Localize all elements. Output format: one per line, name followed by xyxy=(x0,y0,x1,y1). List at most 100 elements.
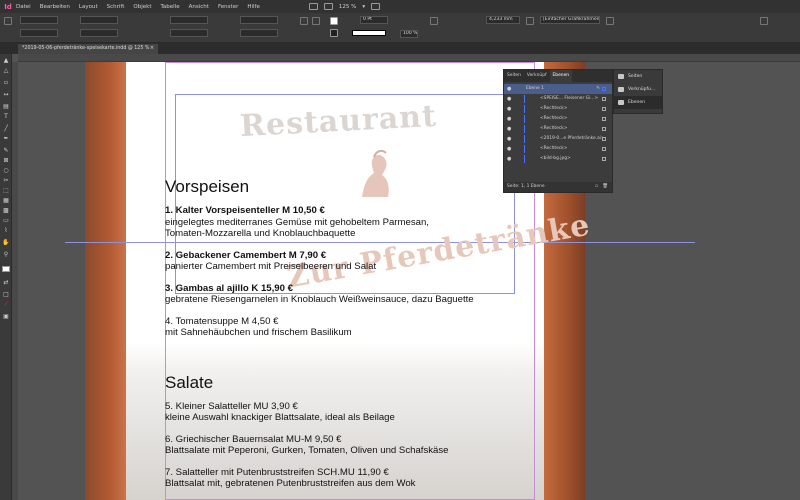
height-field[interactable] xyxy=(80,29,118,37)
stroke-swatch-icon[interactable] xyxy=(330,29,338,37)
menu-layout[interactable]: Layout xyxy=(79,4,98,10)
select-square-icon[interactable] xyxy=(602,97,606,101)
panel-ebenen[interactable]: Ebenen xyxy=(614,96,662,109)
select-square-icon[interactable] xyxy=(602,157,606,161)
scissors-tool-icon[interactable]: ✂ xyxy=(2,178,10,184)
line-tool-icon[interactable]: ╱ xyxy=(2,126,10,132)
eye-icon[interactable]: ● xyxy=(507,124,511,134)
opacity-field[interactable]: 100 % xyxy=(400,30,418,38)
document-tab[interactable]: *2019-05-06-pferdetränke-speisekarte.ind… xyxy=(18,44,158,54)
panel-seiten[interactable]: Seiten xyxy=(614,70,662,83)
apply-none-icon[interactable]: ⁄ xyxy=(2,302,10,308)
menu-hilfe[interactable]: Hilfe xyxy=(247,4,260,10)
scale-x-field[interactable] xyxy=(170,16,208,24)
rotate-field[interactable] xyxy=(240,16,278,24)
fill-stroke-icon[interactable] xyxy=(2,266,10,272)
menu-objekt[interactable]: Objekt xyxy=(133,4,151,10)
layers-panel[interactable]: Seiten Verknüpf Ebenen ● Ebene 1 ✎ ● <SPE… xyxy=(503,69,613,193)
scale-y-field[interactable] xyxy=(170,29,208,37)
eye-icon[interactable]: ● xyxy=(507,144,511,154)
menu-content[interactable]: Vorspeisen 1. Kalter Vorspeisenteller M … xyxy=(165,177,535,500)
bridge-icon[interactable] xyxy=(308,3,318,10)
layer-row[interactable]: ● Ebene 1 ✎ xyxy=(504,84,612,94)
shear-field[interactable] xyxy=(240,29,278,37)
gap-tool-icon[interactable]: ↔ xyxy=(2,92,10,98)
stroke-type-dropdown[interactable] xyxy=(352,30,386,36)
tab-seiten[interactable]: Seiten xyxy=(504,70,524,82)
selection-tool-icon[interactable]: ▲ xyxy=(2,58,10,64)
horizontal-ruler[interactable] xyxy=(18,54,800,62)
eyedropper-tool-icon[interactable]: ⌇ xyxy=(2,228,10,234)
close-icon[interactable]: × xyxy=(150,44,154,54)
rotate-icon[interactable] xyxy=(300,17,308,25)
effects-icon[interactable] xyxy=(430,17,438,25)
tab-ebenen[interactable]: Ebenen xyxy=(549,70,573,82)
width-field[interactable] xyxy=(80,16,118,24)
hand-tool-icon[interactable]: ✋ xyxy=(2,240,10,246)
layer-object-row[interactable]: ● <Rechteck> xyxy=(504,144,612,154)
menu-schrift[interactable]: Schrift xyxy=(107,4,125,10)
layer-object-row[interactable]: ● <bild-bg.jpg> xyxy=(504,154,612,164)
view-options-icon[interactable] xyxy=(371,3,381,10)
menu-ansicht[interactable]: Ansicht xyxy=(189,4,209,10)
eye-icon[interactable]: ● xyxy=(507,84,511,94)
free-transform-tool-icon[interactable]: ⬚ xyxy=(2,188,10,194)
flip-icon[interactable] xyxy=(312,17,320,25)
style-options-icon[interactable] xyxy=(606,17,614,25)
select-square-icon[interactable] xyxy=(602,127,606,131)
select-square-icon[interactable] xyxy=(602,137,606,141)
new-layer-icon[interactable]: ▫ xyxy=(595,182,598,192)
object-style-dropdown[interactable]: [Einfacher Grafikrahmen]+ xyxy=(540,16,600,24)
content-collector-icon[interactable]: ▤ xyxy=(2,104,10,110)
layer-object-row[interactable]: ● <2019-0...e Pferdetränke.ai> xyxy=(504,134,612,144)
select-square-icon[interactable] xyxy=(602,147,606,151)
zoom-tool-icon[interactable]: ⚲ xyxy=(2,252,10,258)
gradient-tool-icon[interactable]: ▦ xyxy=(2,198,10,204)
select-square-icon[interactable] xyxy=(602,87,606,91)
panel-verknuepfungen[interactable]: Verknüpfu... xyxy=(614,83,662,96)
pen-tool-icon[interactable]: ✒ xyxy=(2,136,10,142)
menu-datei[interactable]: Datei xyxy=(16,4,31,10)
reference-point-icon[interactable] xyxy=(4,17,12,25)
eye-icon[interactable]: ● xyxy=(507,94,511,104)
workspace-icon[interactable] xyxy=(760,17,768,25)
auto-fit-icon[interactable] xyxy=(526,17,534,25)
select-square-icon[interactable] xyxy=(602,107,606,111)
formatting-container-icon[interactable]: □ xyxy=(2,292,10,298)
menu-fenster[interactable]: Fenster xyxy=(218,4,238,10)
eye-icon[interactable]: ● xyxy=(507,114,511,124)
eye-icon[interactable]: ● xyxy=(507,104,511,114)
layer-object-row[interactable]: ● <Rechteck> xyxy=(504,104,612,114)
pencil-tool-icon[interactable]: ✎ xyxy=(2,148,10,154)
select-square-icon[interactable] xyxy=(602,117,606,121)
y-field[interactable] xyxy=(20,29,58,37)
rectangle-frame-tool-icon[interactable]: ⊠ xyxy=(2,158,10,164)
stroke-weight-field[interactable]: 0 Pt xyxy=(360,16,388,24)
layer-object-row[interactable]: ● <Rechteck> xyxy=(504,114,612,124)
width-mm-field[interactable]: 4,233 mm xyxy=(486,16,520,24)
type-tool-icon[interactable]: T xyxy=(2,114,10,120)
stock-icon[interactable] xyxy=(323,3,333,10)
layer-object-row[interactable]: ● <Rechteck> xyxy=(504,124,612,134)
trash-icon[interactable]: 🗑 xyxy=(602,182,608,192)
ellipse-tool-icon[interactable]: ○ xyxy=(2,168,10,174)
x-field[interactable] xyxy=(20,16,58,24)
page-tool-icon[interactable]: ▫ xyxy=(2,80,10,86)
menu-tabelle[interactable]: Tabelle xyxy=(160,4,179,10)
pasteboard[interactable]: Restaurant Zur Pferdetränke Vorspeisen 1… xyxy=(18,62,800,500)
tab-verknuepfungen[interactable]: Verknüpf xyxy=(524,70,550,82)
layer-object-row[interactable]: ● <SPEISE... Fleisener Gi...> xyxy=(504,94,612,104)
eye-icon[interactable]: ● xyxy=(507,134,511,144)
swap-fill-stroke-icon[interactable]: ⇄ xyxy=(2,280,10,286)
menu-item: 7. Salatteller mit Putenbruststreifen SC… xyxy=(165,467,535,490)
screen-mode-icon[interactable]: ▣ xyxy=(2,314,10,320)
note-tool-icon[interactable]: ▭ xyxy=(2,218,10,224)
chevron-down-icon[interactable]: ▾ xyxy=(362,4,365,10)
menu-bearbeiten[interactable]: Bearbeiten xyxy=(40,4,70,10)
fill-swatch-icon[interactable] xyxy=(330,17,338,25)
direct-selection-tool-icon[interactable]: △ xyxy=(2,68,10,74)
zoom-level[interactable]: 125 % xyxy=(339,4,356,10)
gradient-feather-tool-icon[interactable]: ▩ xyxy=(2,208,10,214)
eye-icon[interactable]: ● xyxy=(507,154,511,164)
document-tab-bar: *2019-05-06-pferdetränke-speisekarte.ind… xyxy=(0,43,800,54)
